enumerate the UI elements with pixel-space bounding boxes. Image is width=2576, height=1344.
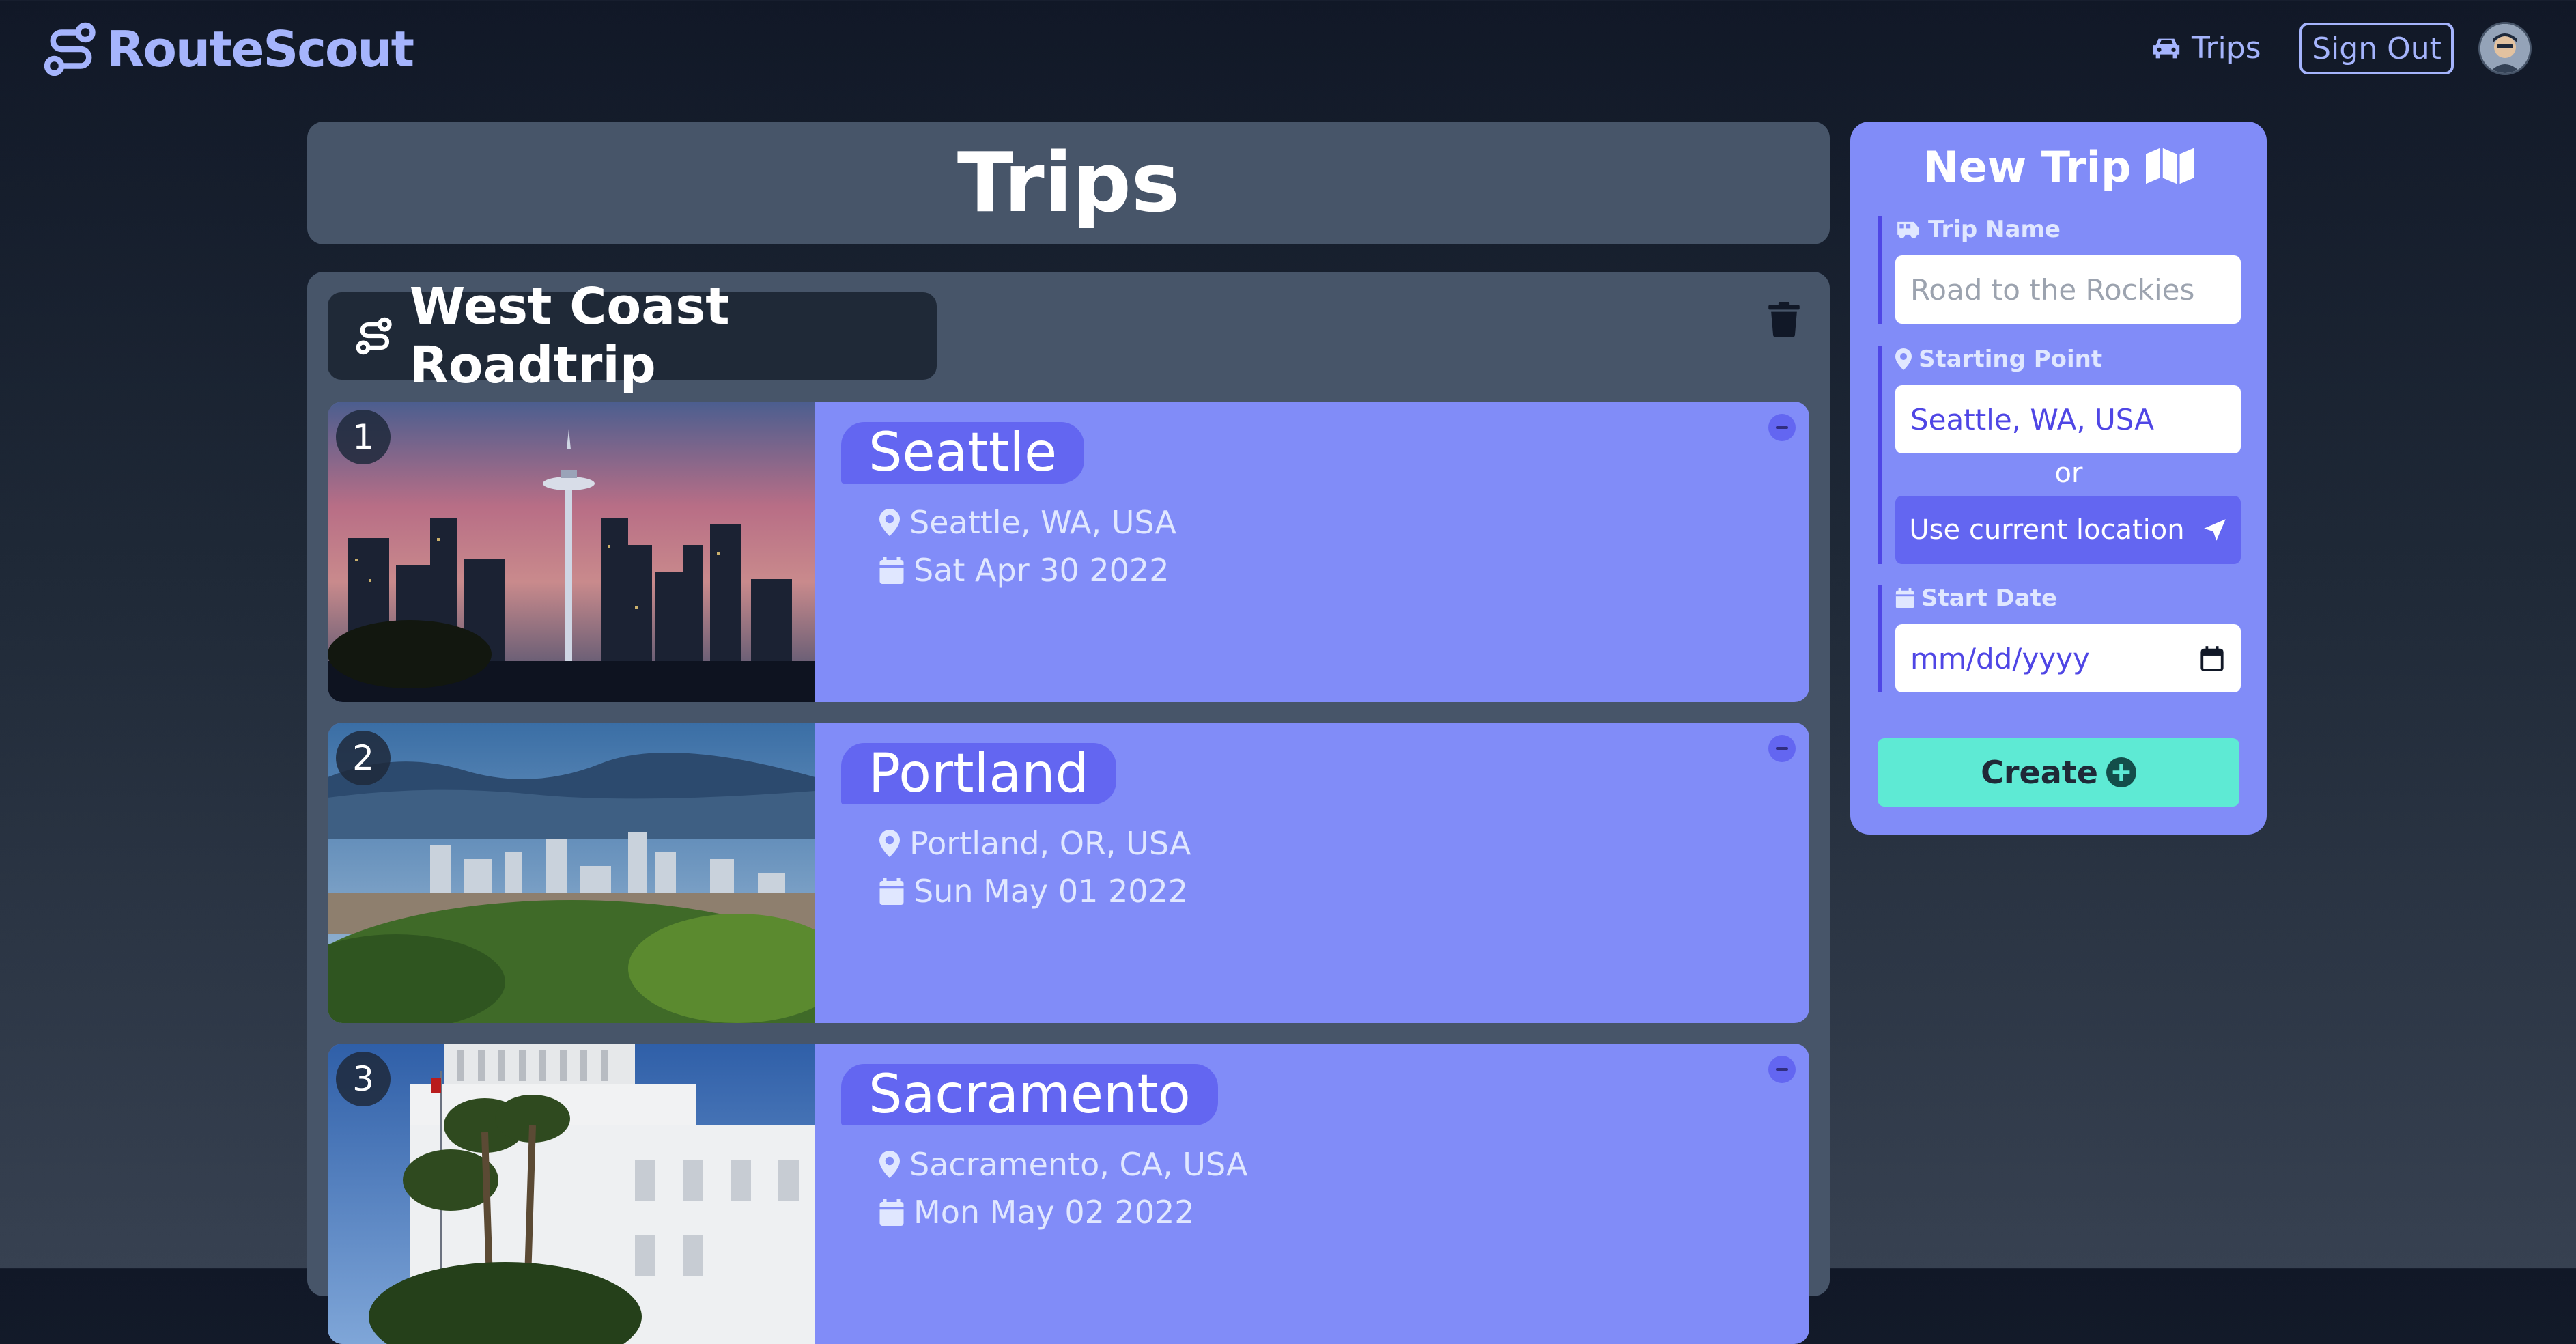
van-icon <box>1897 221 1919 238</box>
stop-name: Seattle <box>841 422 1085 484</box>
map-pin-icon <box>879 509 900 536</box>
starting-point-input[interactable]: Seattle, WA, USA <box>1895 385 2241 453</box>
create-label: Create <box>1981 754 2098 791</box>
route-icon <box>44 22 96 76</box>
stop-location: Sacramento, CA, USA <box>879 1146 1248 1183</box>
remove-stop-icon[interactable] <box>1768 1056 1796 1083</box>
stop-photo-portland <box>328 723 815 1023</box>
trip-title[interactable]: West Coast Roadtrip <box>328 277 937 395</box>
nav-trips-link[interactable]: Trips <box>2151 23 2261 72</box>
calendar-icon <box>879 1199 904 1226</box>
route-icon <box>356 317 392 355</box>
stop-location: Portland, OR, USA <box>879 825 1191 862</box>
use-current-location-button[interactable]: Use current location <box>1895 496 2241 564</box>
new-trip-form: New Trip Trip Name Road to the Rockies S… <box>1850 122 2267 835</box>
remove-stop-icon[interactable] <box>1768 414 1796 441</box>
sign-out-button[interactable]: Sign Out <box>2299 23 2454 74</box>
starting-point-label: Starting Point <box>1895 346 2242 373</box>
start-date-group: Start Date mm/dd/yyyy <box>1878 585 2242 692</box>
stop-date-text: Sun May 01 2022 <box>914 873 1189 910</box>
start-date-label-text: Start Date <box>1921 585 2058 612</box>
stop-date-text: Sat Apr 30 2022 <box>914 552 1170 589</box>
stop-name: Portland <box>841 743 1117 804</box>
trip-stop[interactable]: 2 Portland Portland, OR, USA Sun May 01 … <box>328 723 1809 1023</box>
stop-date-text: Mon May 02 2022 <box>914 1194 1195 1231</box>
stop-date: Sat Apr 30 2022 <box>879 552 1169 589</box>
trip-name-label: Trip Name <box>1895 216 2242 243</box>
trash-icon[interactable] <box>1768 302 1800 337</box>
plus-circle-icon <box>2106 757 2136 787</box>
stop-date: Sun May 01 2022 <box>879 873 1188 910</box>
trip-name: West Coast Roadtrip <box>409 277 730 395</box>
stop-photo-sacramento <box>328 1044 815 1344</box>
stop-name: Sacramento <box>841 1064 1218 1125</box>
location-arrow-icon <box>2203 519 2226 541</box>
map-icon <box>2146 148 2194 184</box>
calendar-icon <box>879 878 904 905</box>
car-icon <box>2153 38 2180 59</box>
new-trip-heading: New Trip <box>1850 142 2267 192</box>
stop-number: 3 <box>336 1052 391 1106</box>
stop-location-text: Sacramento, CA, USA <box>909 1146 1248 1183</box>
starting-point-group: Starting Point Seattle, WA, USA or Use c… <box>1878 346 2242 564</box>
start-date-input[interactable]: mm/dd/yyyy <box>1895 624 2241 692</box>
stop-date: Mon May 02 2022 <box>879 1194 1195 1231</box>
map-pin-icon <box>879 1151 900 1178</box>
stop-photo-seattle <box>328 402 815 702</box>
stop-location: Seattle, WA, USA <box>879 504 1176 541</box>
map-pin-icon <box>879 830 900 857</box>
stop-number: 1 <box>336 410 391 464</box>
trip-name-input[interactable]: Road to the Rockies <box>1895 255 2241 324</box>
page-title: Trips <box>957 135 1180 231</box>
use-current-location-label: Use current location <box>1909 514 2185 546</box>
calendar-icon <box>879 557 904 584</box>
or-divider: or <box>2054 458 2083 489</box>
page-title-panel: Trips <box>307 122 1830 244</box>
calendar-icon <box>1895 588 1914 608</box>
stop-location-text: Seattle, WA, USA <box>909 504 1176 541</box>
trip-stop[interactable]: 1 Seattle Seattle, WA, USA Sat Apr 30 20… <box>328 402 1809 702</box>
user-avatar-icon <box>2480 24 2530 73</box>
stop-location-text: Portland, OR, USA <box>909 825 1191 862</box>
create-button[interactable]: Create <box>1878 738 2239 807</box>
avatar[interactable] <box>2478 22 2532 75</box>
starting-point-label-text: Starting Point <box>1919 346 2103 373</box>
nav-trips-label: Trips <box>2192 30 2261 66</box>
stop-number: 2 <box>336 731 391 785</box>
remove-stop-icon[interactable] <box>1768 735 1796 762</box>
trip-card: West Coast Roadtrip 1 Seattle Seattle, W… <box>307 272 1830 1344</box>
start-date-label: Start Date <box>1895 585 2242 612</box>
trip-stop[interactable]: 3 Sacramento Sacramento, CA, USA Mon May… <box>328 1044 1809 1344</box>
trip-name-label-text: Trip Name <box>1928 216 2061 243</box>
map-pin-icon <box>1895 348 1912 370</box>
trip-name-group: Trip Name Road to the Rockies <box>1878 216 2242 324</box>
brand-name: RouteScout <box>107 20 414 78</box>
new-trip-title: New Trip <box>1923 142 2132 192</box>
calendar-icon[interactable] <box>2200 645 2224 671</box>
brand-logo[interactable]: RouteScout <box>42 15 414 83</box>
start-date-placeholder: mm/dd/yyyy <box>1910 641 2090 675</box>
